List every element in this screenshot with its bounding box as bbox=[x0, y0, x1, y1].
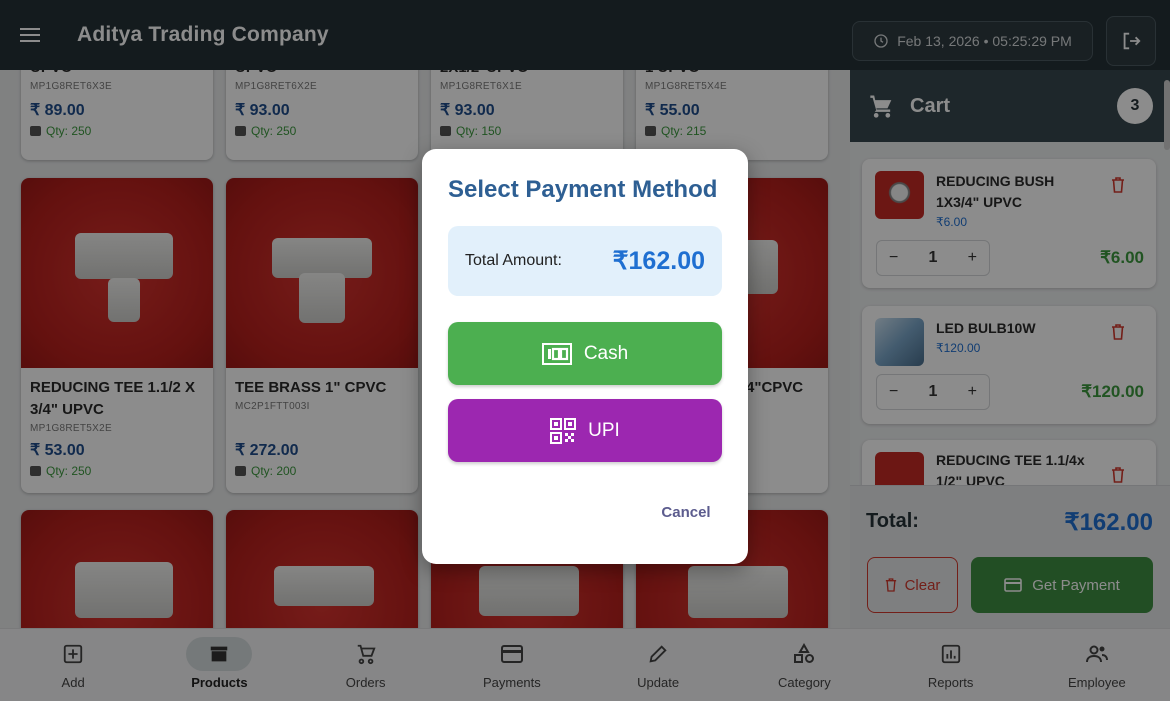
payment-method-dialog: Select Payment Method Total Amount: ₹162… bbox=[422, 149, 748, 564]
dialog-title: Select Payment Method bbox=[448, 176, 718, 203]
cancel-button[interactable]: Cancel bbox=[650, 504, 722, 526]
cash-button[interactable]: Cash bbox=[448, 322, 722, 385]
total-amount-box: Total Amount: ₹162.00 bbox=[448, 226, 722, 296]
cash-label: Cash bbox=[583, 342, 629, 364]
cash-icon bbox=[541, 342, 572, 365]
qr-code-icon bbox=[550, 417, 577, 444]
total-amount-value: ₹162.00 bbox=[612, 247, 705, 275]
upi-button[interactable]: UPI bbox=[448, 399, 722, 462]
upi-label: UPI bbox=[588, 419, 620, 441]
total-amount-label: Total Amount: bbox=[465, 252, 562, 269]
